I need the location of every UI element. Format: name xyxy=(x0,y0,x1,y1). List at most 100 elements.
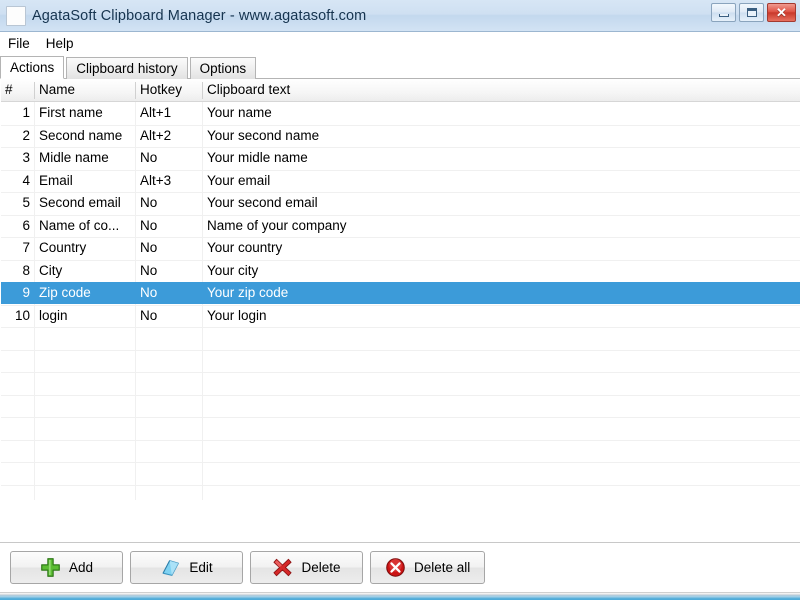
red-cross-icon xyxy=(273,558,292,577)
maximize-button[interactable] xyxy=(739,3,764,22)
minimize-button[interactable] xyxy=(711,3,736,22)
add-button[interactable]: Add xyxy=(10,551,123,584)
close-button[interactable]: ✕ xyxy=(767,3,796,22)
tab-strip: Actions Clipboard history Options xyxy=(0,55,800,79)
column-header-label: Hotkey xyxy=(140,82,183,97)
table-cell-num: 9 xyxy=(22,285,30,300)
table-cell-name: Second name xyxy=(39,128,123,143)
row-grid-line xyxy=(1,327,800,328)
table-cell-num: 1 xyxy=(22,105,30,120)
column-header-num[interactable]: # xyxy=(1,79,34,101)
table-cell-text: Your email xyxy=(207,173,271,188)
table-cell-hotkey: No xyxy=(140,285,158,300)
table-cell-name: Midle name xyxy=(39,150,109,165)
row-grid-line xyxy=(1,350,800,351)
table-cell-hotkey: Alt+3 xyxy=(140,173,172,188)
table-cell-num: 6 xyxy=(22,218,30,233)
close-icon: ✕ xyxy=(776,5,787,20)
table-cell-text: Your second name xyxy=(207,128,320,143)
red-circle-x-icon xyxy=(386,558,405,577)
title-bar: AgataSoft Clipboard Manager - www.agatas… xyxy=(0,0,800,32)
table-cell-hotkey: No xyxy=(140,263,158,278)
row-grid-line xyxy=(1,462,800,463)
table-row[interactable]: 3 Midle name No Your midle name xyxy=(1,147,800,169)
table-cell-hotkey: No xyxy=(140,240,158,255)
table-cell-num: 3 xyxy=(22,150,30,165)
table-cell-num: 10 xyxy=(14,308,30,323)
table-body: 1 First name Alt+1 Your name 2 Second name Alt… xyxy=(1,102,800,500)
table-header-row: # Name Hotkey Clipboard text xyxy=(1,79,800,102)
table-cell-name: Country xyxy=(39,240,87,255)
edit-button-label: Edit xyxy=(189,560,213,575)
delete-button[interactable]: Delete xyxy=(250,551,363,584)
column-header-label: Name xyxy=(39,82,76,97)
application-window: AgataSoft Clipboard Manager - www.agatas… xyxy=(0,0,800,600)
column-header-label: # xyxy=(5,82,13,97)
table-cell-name: Second email xyxy=(39,195,121,210)
row-grid-line xyxy=(1,395,800,396)
table-row[interactable]: 5 Second email No Your second email xyxy=(1,192,800,214)
column-header-hotkey[interactable]: Hotkey xyxy=(136,79,202,101)
window-title: AgataSoft Clipboard Manager - www.agatas… xyxy=(32,7,367,24)
tab-actions[interactable]: Actions xyxy=(0,56,65,79)
table-row[interactable]: 7 Country No Your country xyxy=(1,237,800,259)
table-cell-hotkey: Alt+2 xyxy=(140,128,172,143)
column-header-name[interactable]: Name xyxy=(35,79,135,101)
minimize-icon xyxy=(718,13,729,17)
table-cell-num: 8 xyxy=(22,263,30,278)
blue-book-icon xyxy=(162,560,180,576)
column-divider[interactable] xyxy=(202,82,203,99)
column-header-text[interactable]: Clipboard text xyxy=(203,79,798,101)
action-button-bar: Add Edit Delete Delete all xyxy=(0,542,800,592)
table-cell-num: 7 xyxy=(22,240,30,255)
table-row[interactable]: 4 Email Alt+3 Your email xyxy=(1,170,800,192)
row-grid-line xyxy=(1,485,800,486)
table-row[interactable]: 1 First name Alt+1 Your name xyxy=(1,102,800,124)
tab-options[interactable]: Options xyxy=(189,57,257,79)
table-row[interactable]: 9 Zip code No Your zip code xyxy=(1,282,800,304)
window-bottom-border xyxy=(0,592,800,600)
table-cell-num: 2 xyxy=(22,128,30,143)
table-cell-name: First name xyxy=(39,105,103,120)
table-cell-num: 4 xyxy=(22,173,30,188)
table-cell-text: Your name xyxy=(207,105,272,120)
actions-table: # Name Hotkey Clipboard text 1 First name Alt… xyxy=(0,79,800,542)
tab-clipboard-history[interactable]: Clipboard history xyxy=(66,57,188,79)
edit-button[interactable]: Edit xyxy=(130,551,243,584)
table-cell-name: Zip code xyxy=(39,285,91,300)
delete-all-button[interactable]: Delete all xyxy=(370,551,486,584)
table-cell-name: Name of co... xyxy=(39,218,120,233)
table-cell-name: Email xyxy=(39,173,73,188)
row-grid-line xyxy=(1,440,800,441)
row-grid-line xyxy=(1,372,800,373)
table-cell-name: login xyxy=(39,308,68,323)
table-cell-text: Your zip code xyxy=(207,285,289,300)
menu-item-help[interactable]: Help xyxy=(39,34,83,54)
table-cell-hotkey: No xyxy=(140,150,158,165)
table-cell-hotkey: No xyxy=(140,218,158,233)
table-cell-name: City xyxy=(39,263,63,278)
table-cell-num: 5 xyxy=(22,195,30,210)
table-cell-text: Your second email xyxy=(207,195,318,210)
table-cell-hotkey: No xyxy=(140,308,158,323)
table-cell-text: Your login xyxy=(207,308,267,323)
table-cell-hotkey: No xyxy=(140,195,158,210)
add-button-label: Add xyxy=(68,560,94,575)
table-cell-text: Name of your company xyxy=(207,218,347,233)
table-row[interactable]: 6 Name of co... No Name of your company xyxy=(1,215,800,237)
table-cell-text: Your midle name xyxy=(207,150,308,165)
table-row[interactable]: 10 login No Your login xyxy=(1,305,800,327)
table-row[interactable]: 8 City No Your city xyxy=(1,260,800,282)
menu-item-file[interactable]: File xyxy=(1,34,39,54)
menu-bar: File Help xyxy=(0,32,800,55)
green-plus-icon xyxy=(41,558,60,577)
app-icon xyxy=(6,5,26,26)
table-cell-text: Your country xyxy=(207,240,283,255)
maximize-icon xyxy=(746,8,757,17)
table-row[interactable]: 2 Second name Alt+2 Your second name xyxy=(1,125,800,147)
column-divider[interactable] xyxy=(135,82,136,99)
column-header-label: Clipboard text xyxy=(207,82,291,97)
column-divider[interactable] xyxy=(34,82,35,99)
window-controls: ✕ xyxy=(711,3,796,22)
delete-button-label: Delete xyxy=(301,560,341,575)
